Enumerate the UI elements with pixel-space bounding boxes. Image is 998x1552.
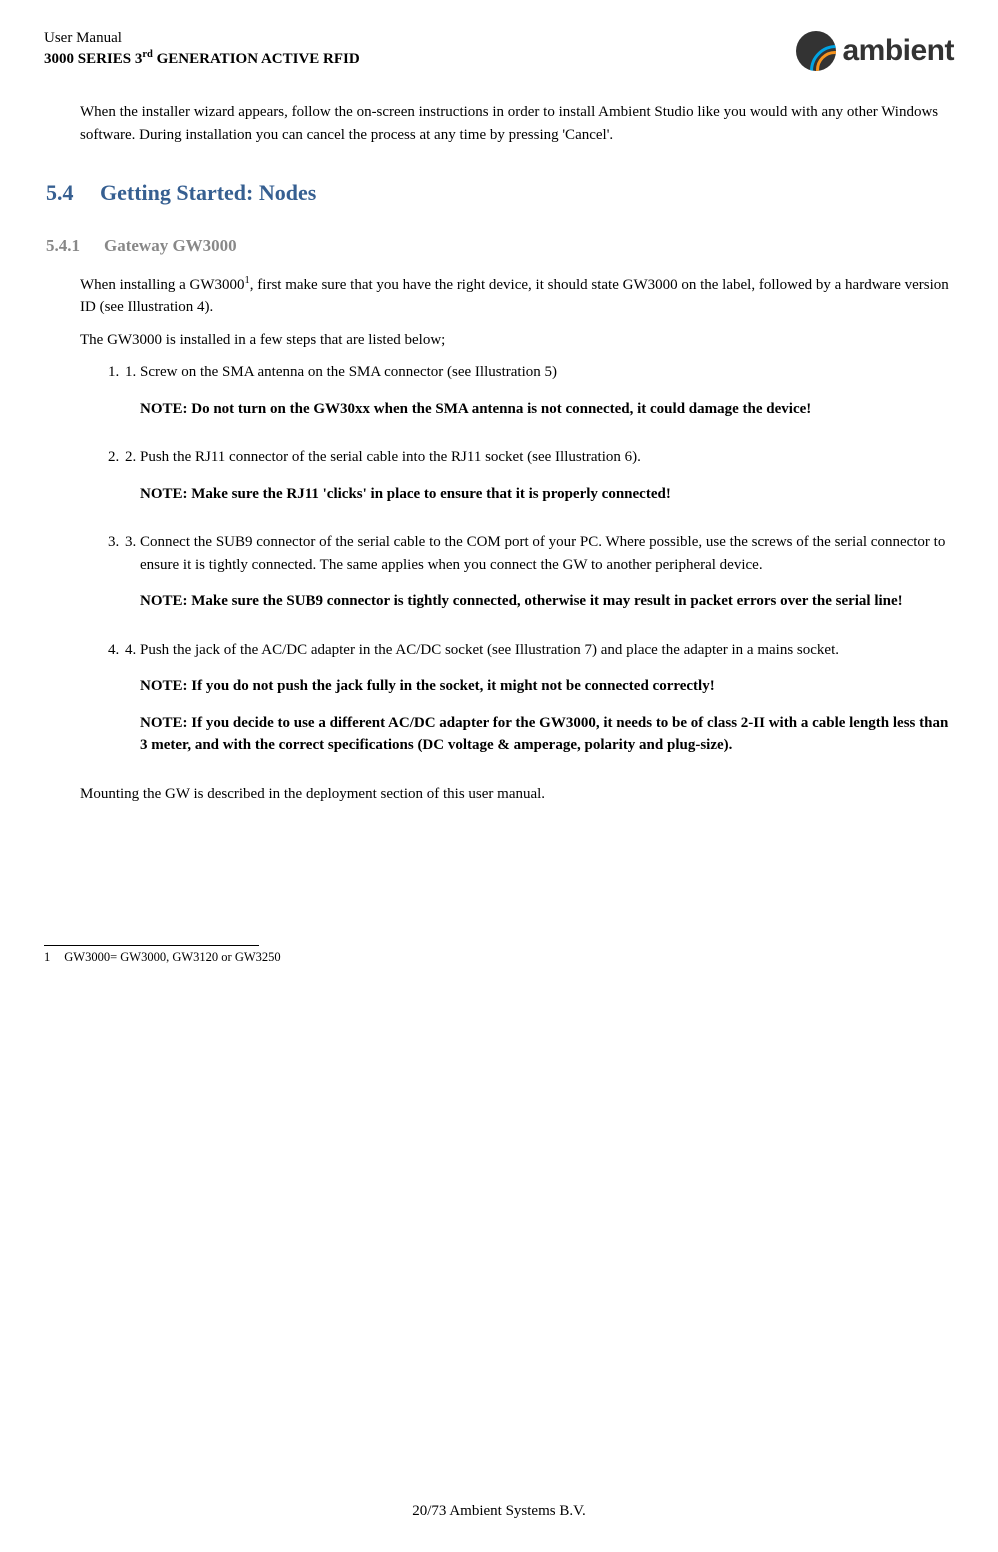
body-content: When the installer wizard appears, follo… [44, 101, 954, 967]
item-text: Push the jack of the AC/DC adapter in th… [140, 639, 954, 662]
subtitle-pre: 3000 SERIES 3 [44, 51, 142, 67]
list-item: 3. Connect the SUB9 connector of the ser… [140, 531, 954, 613]
subtitle-post: GENERATION ACTIVE RFID [153, 51, 360, 67]
item-number: 2. [108, 446, 119, 469]
list-item: 2. Push the RJ11 connector of the serial… [140, 446, 954, 505]
header-titles: User Manual 3000 SERIES 3rd GENERATION A… [44, 28, 360, 70]
item-note: NOTE: Make sure the RJ11 'clicks' in pla… [140, 483, 954, 506]
section-heading: 5.4 Getting Started: Nodes [46, 176, 954, 209]
subsection-number: 5.4.1 [46, 233, 104, 259]
item-text: Screw on the SMA antenna on the SMA conn… [140, 361, 954, 384]
subsection-title: Gateway GW3000 [104, 233, 237, 259]
item-note: NOTE: If you do not push the jack fully … [140, 675, 954, 698]
footnote-number: 1 [44, 948, 50, 967]
intro-paragraph: When the installer wizard appears, follo… [80, 101, 954, 146]
item-note: NOTE: Make sure the SUB9 connector is ti… [140, 590, 954, 613]
brand-logo-text: ambient [842, 28, 954, 73]
doc-title: User Manual [44, 28, 360, 48]
p1-pre: When installing a GW3000 [80, 277, 245, 293]
footnote: 1 GW3000= GW3000, GW3120 or GW3250 [44, 948, 954, 967]
item-number: 1. [108, 361, 119, 384]
item-note: NOTE: Do not turn on the GW30xx when the… [140, 398, 954, 421]
item-text: Push the RJ11 connector of the serial ca… [140, 446, 954, 469]
item-number: 4. [108, 639, 119, 662]
closing-paragraph: Mounting the GW is described in the depl… [80, 783, 954, 806]
footnote-separator [44, 945, 259, 946]
subtitle-sup: rd [142, 49, 153, 60]
item-note: NOTE: If you decide to use a different A… [140, 712, 954, 757]
doc-subtitle: 3000 SERIES 3rd GENERATION ACTIVE RFID [44, 48, 360, 69]
ambient-logo-icon [796, 31, 836, 71]
paragraph-2: The GW3000 is installed in a few steps t… [80, 329, 954, 352]
subsection-heading: 5.4.1 Gateway GW3000 [46, 233, 954, 259]
brand-logo: ambient [796, 28, 954, 73]
list-item: 4. Push the jack of the AC/DC adapter in… [140, 639, 954, 757]
page-footer: 20/73 Ambient Systems B.V. [0, 1500, 998, 1523]
footnote-text: GW3000= GW3000, GW3120 or GW3250 [64, 948, 280, 967]
section-title: Getting Started: Nodes [100, 176, 316, 209]
section-number: 5.4 [46, 176, 100, 209]
item-text: Connect the SUB9 connector of the serial… [140, 531, 954, 576]
paragraph-1: When installing a GW30001, first make su… [80, 273, 954, 319]
item-number: 3. [108, 531, 119, 554]
install-steps-list: 1. Screw on the SMA antenna on the SMA c… [80, 361, 954, 757]
list-item: 1. Screw on the SMA antenna on the SMA c… [140, 361, 954, 420]
page-header: User Manual 3000 SERIES 3rd GENERATION A… [44, 28, 954, 73]
